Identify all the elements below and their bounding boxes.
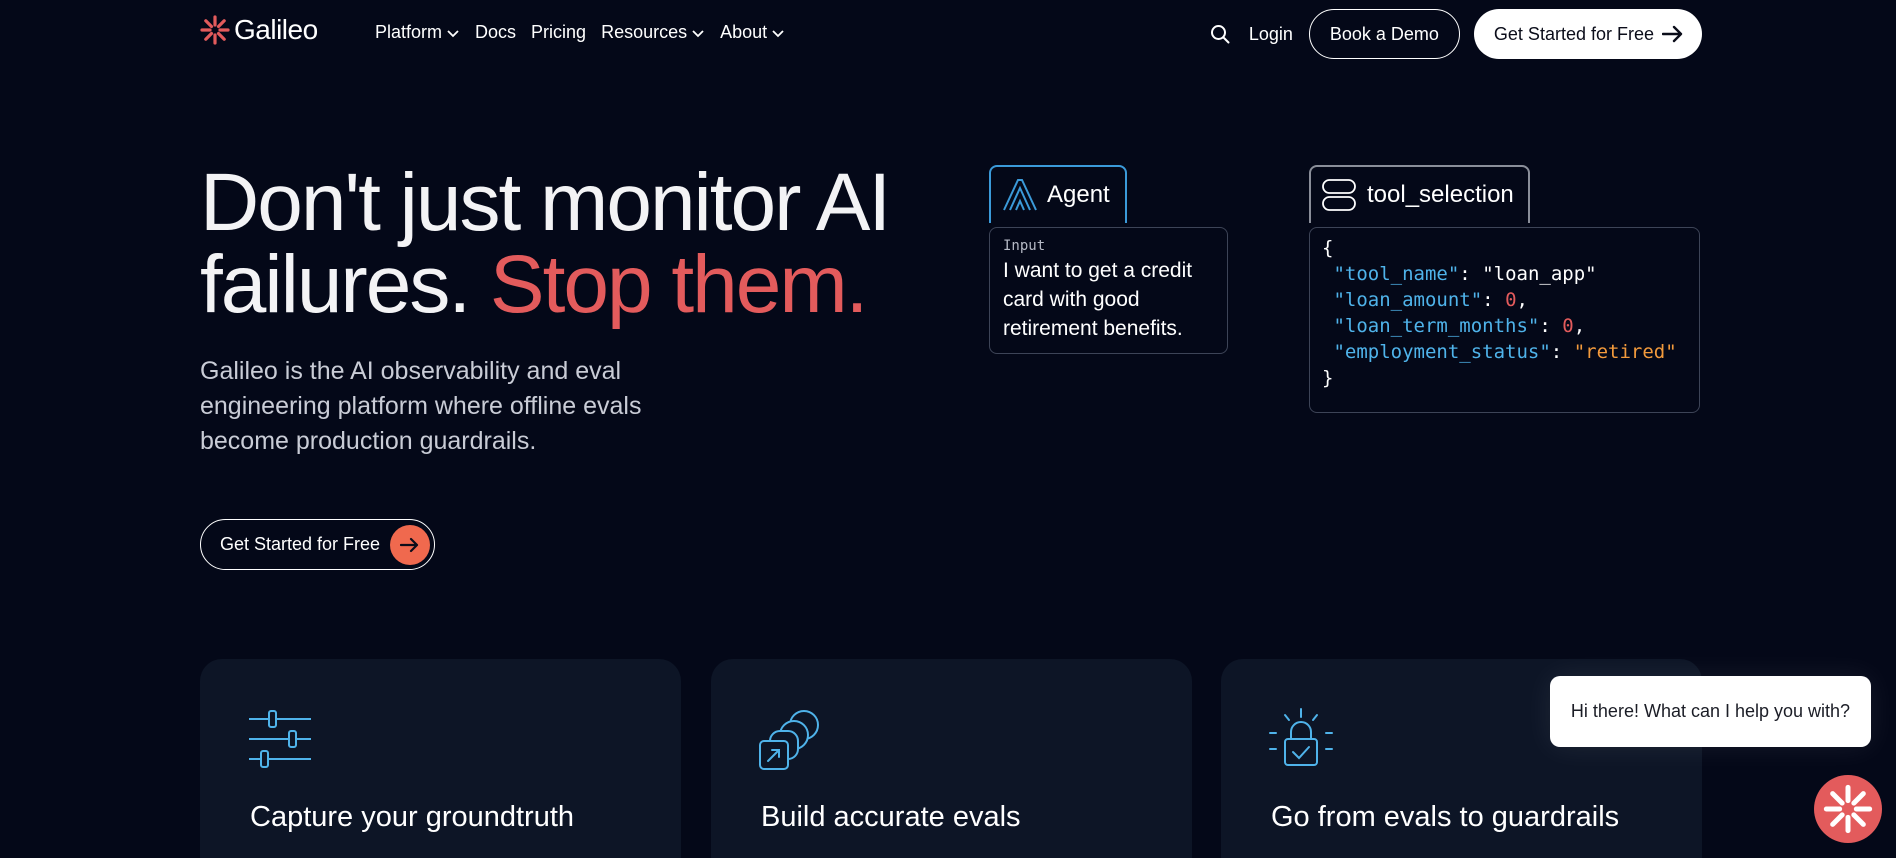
chat-greeting-text: Hi there! What can I help you with? xyxy=(1570,701,1851,721)
chat-greeting-bubble[interactable]: Hi there! What can I help you with? xyxy=(1550,676,1871,747)
hero-title: Don't just monitor AI failures. Stop the… xyxy=(200,162,960,326)
galileo-logo-icon xyxy=(1823,784,1873,834)
nav-links: Platform Docs Pricing Resources About xyxy=(375,22,785,43)
code-comma: , xyxy=(1573,315,1586,337)
search-icon xyxy=(1210,25,1230,44)
code-close-brace: } xyxy=(1322,367,1334,389)
galileo-logo-icon xyxy=(200,15,230,45)
feature-title-groundtruth: Capture your groundtruth xyxy=(250,801,575,833)
hero-title-accent: Stop them. xyxy=(489,239,869,330)
input-text: I want to get a credit card with good re… xyxy=(1003,259,1193,340)
search-button[interactable] xyxy=(1207,21,1233,47)
lock-icon xyxy=(1269,708,1333,766)
input-label: Input xyxy=(1003,238,1046,254)
code-key: "tool_name" xyxy=(1333,263,1460,285)
nav-docs[interactable]: Docs xyxy=(475,22,516,43)
agent-tab-label: Agent xyxy=(1047,181,1110,208)
chevron-down-icon xyxy=(447,29,459,37)
nav-about[interactable]: About xyxy=(720,22,785,43)
nav-pricing-label: Pricing xyxy=(531,22,587,42)
code-value: 0 xyxy=(1562,315,1574,337)
nav-platform[interactable]: Platform xyxy=(375,22,460,43)
logo-text: Galileo xyxy=(234,14,318,45)
agent-logo-icon xyxy=(1003,179,1037,211)
hero-get-started-button[interactable]: Get Started for Free xyxy=(200,519,436,570)
agent-input-box: Input I want to get a credit card with g… xyxy=(989,227,1228,354)
nav-pricing[interactable]: Pricing xyxy=(531,22,586,43)
nav-resources-label: Resources xyxy=(601,22,688,42)
hero-title-line1: Don't just monitor AI xyxy=(200,157,891,248)
toggle-pills-icon xyxy=(1322,179,1356,211)
get-started-label: Get Started for Free xyxy=(1493,23,1654,44)
nav-actions: Login Book a Demo Get Started for Free xyxy=(1207,9,1702,59)
code-key: "loan_amount" xyxy=(1333,289,1483,311)
chevron-down-icon xyxy=(772,29,784,37)
feature-title-evals: Build accurate evals xyxy=(761,801,1021,833)
code-key: "loan_term_months" xyxy=(1333,315,1540,337)
tool-json-box: { "tool_name": "loan_app" "loan_amount":… xyxy=(1309,227,1700,413)
code-value: 0 xyxy=(1505,289,1517,311)
agent-tab: Agent xyxy=(989,165,1127,223)
nav-about-label: About xyxy=(720,22,768,42)
tool-selection-tab: tool_selection xyxy=(1309,165,1530,223)
feature-title-guardrails: Go from evals to guardrails xyxy=(1271,801,1620,833)
cta-arrow-circle xyxy=(390,524,431,565)
get-started-button[interactable]: Get Started for Free xyxy=(1473,9,1702,59)
code-line: "loan_amount": 0, xyxy=(1333,289,1528,311)
tool-tab-label: tool_selection xyxy=(1367,181,1514,208)
code-line: "loan_term_months": 0, xyxy=(1333,315,1586,337)
hero-subtitle: Galileo is the AI observability and eval… xyxy=(200,357,642,455)
code-comma: , xyxy=(1516,289,1528,311)
logo[interactable]: Galileo xyxy=(200,14,318,46)
sliders-icon xyxy=(249,710,311,768)
arrow-right-icon xyxy=(1662,25,1683,43)
code-open-brace: { xyxy=(1322,237,1334,259)
code-key: "employment_status" xyxy=(1333,341,1551,363)
hero-title-line2: failures. xyxy=(200,239,490,330)
code-value: "loan_app" xyxy=(1482,263,1597,285)
nav-platform-label: Platform xyxy=(375,22,443,42)
chevron-down-icon xyxy=(692,29,704,37)
stacked-cards-icon xyxy=(759,710,819,770)
code-line: "employment_status": "retired" xyxy=(1333,341,1677,363)
hero-cta-label: Get Started for Free xyxy=(220,534,381,554)
chat-launcher-button[interactable] xyxy=(1814,775,1882,843)
code-value: "retired" xyxy=(1573,341,1677,363)
nav-docs-label: Docs xyxy=(475,22,517,42)
arrow-right-icon xyxy=(400,537,419,552)
login-link[interactable]: Login xyxy=(1249,24,1293,45)
nav-resources[interactable]: Resources xyxy=(601,22,705,43)
code-line: "tool_name": "loan_app" xyxy=(1333,263,1597,285)
book-demo-button[interactable]: Book a Demo xyxy=(1308,9,1460,59)
top-nav: Galileo Platform Docs Pricing Resources … xyxy=(0,0,1896,68)
